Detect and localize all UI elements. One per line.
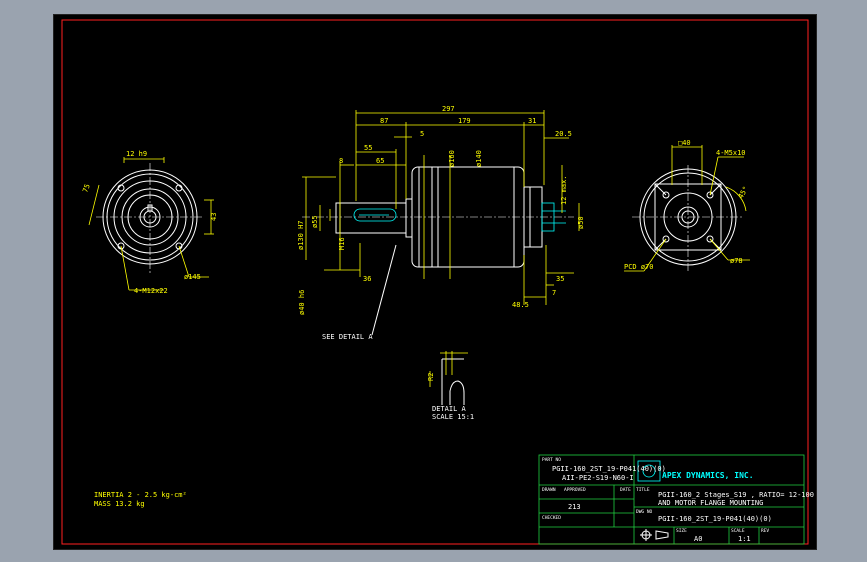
tb-size-label: SIZE [676, 528, 687, 534]
dim-m5: 4-M5x10 [716, 149, 746, 157]
cad-viewport[interactable]: 12 h9 75 43 ø145 4-M12x22 297 87 179 31 … [53, 14, 817, 550]
dim-48-5: 48.5 [512, 301, 529, 309]
dim-dia78: ø78 [730, 257, 743, 265]
tb-company: APEX DYNAMICS, INC. [662, 471, 754, 480]
dim-pcd70: PCD ø70 [624, 263, 654, 271]
detail-a [429, 351, 468, 405]
tb-approved-label: APPROVED [564, 487, 586, 493]
dim-65: 65 [376, 157, 384, 165]
dim-55: 55 [364, 144, 372, 152]
right-end-view [624, 145, 750, 272]
dim-square-40: □40 [678, 139, 691, 147]
side-view [302, 110, 580, 336]
tb-drawn-label: DRAWN [542, 487, 556, 493]
dim-7: 7 [552, 289, 556, 297]
detail-a-scale: SCALE 15:1 [432, 413, 474, 421]
dim-dia160: ø160 [448, 150, 456, 167]
dim-36: 36 [363, 275, 371, 283]
dim-dia40h6: ø40 h6 [298, 290, 306, 315]
see-detail-label: SEE DETAIL A [322, 333, 373, 341]
dim-179: 179 [458, 117, 471, 125]
dim-45deg: 45° [737, 185, 750, 200]
tb-title-2: AND MOTOR FLANGE MOUNTING [658, 499, 763, 507]
tb-dwg-no-label: DWG NO [636, 509, 653, 515]
dim-left-43: 43 [210, 213, 218, 221]
tb-size-value: A0 [694, 535, 702, 543]
tb-part-no-label: PART NO [542, 457, 561, 463]
dim-dia130h7: ø130 H7 [297, 220, 305, 250]
dim-87: 87 [380, 117, 388, 125]
dim-left-m12: 4-M12x22 [134, 287, 168, 295]
note-inertia: INERTIA 2 - 2.5 kg-cm² [94, 491, 187, 499]
left-end-view [88, 157, 214, 291]
detail-a-label: DETAIL A [432, 405, 467, 413]
dim-5: 5 [420, 130, 424, 138]
tb-part-no-1: PGII-160_2ST_19-P041(40)(0) [552, 465, 666, 473]
tb-rev-label: REV [761, 528, 769, 534]
tb-drawn-value: 213 [568, 503, 581, 511]
dim-20-5: 20.5 [555, 130, 572, 138]
dim-31: 31 [528, 117, 536, 125]
cad-drawing: 12 h9 75 43 ø145 4-M12x22 297 87 179 31 … [61, 19, 814, 545]
dim-left-dia145: ø145 [184, 273, 201, 281]
dim-dia55: ø55 [311, 215, 319, 228]
dim-key-width: 12 h9 [126, 150, 147, 158]
drawing-frame [61, 19, 809, 545]
dim-dia140: ø140 [475, 150, 483, 167]
tb-date-label: DATE [620, 487, 631, 493]
tb-title-1: PGII-160_2 Stages_S19 , RATIO= 12-100 [658, 491, 814, 499]
tb-scale-value: 1:1 [738, 535, 751, 543]
tb-title-label: TITLE [636, 487, 650, 493]
detail-radius: R2 [427, 373, 435, 381]
tb-checked-label: CHECKED [542, 515, 561, 521]
dim-left-75: 75 [81, 183, 91, 194]
note-mass: MASS 13.2 kg [94, 500, 145, 508]
tb-scale-label: SCALE [731, 528, 745, 534]
dim-dia50: ø50 [577, 216, 585, 229]
dim-35: 35 [556, 275, 564, 283]
dim-m16: M16 [338, 237, 346, 250]
dim-overall-length: 297 [442, 105, 455, 113]
dim-12-max: 12 max. [560, 175, 568, 205]
dim-8: 8 [339, 157, 343, 165]
tb-dwg-no-value: PGII-160_2ST_19-P041(40)(0) [658, 515, 772, 523]
tb-part-no-2: AII-PE2-S19-N60-I [562, 474, 634, 482]
